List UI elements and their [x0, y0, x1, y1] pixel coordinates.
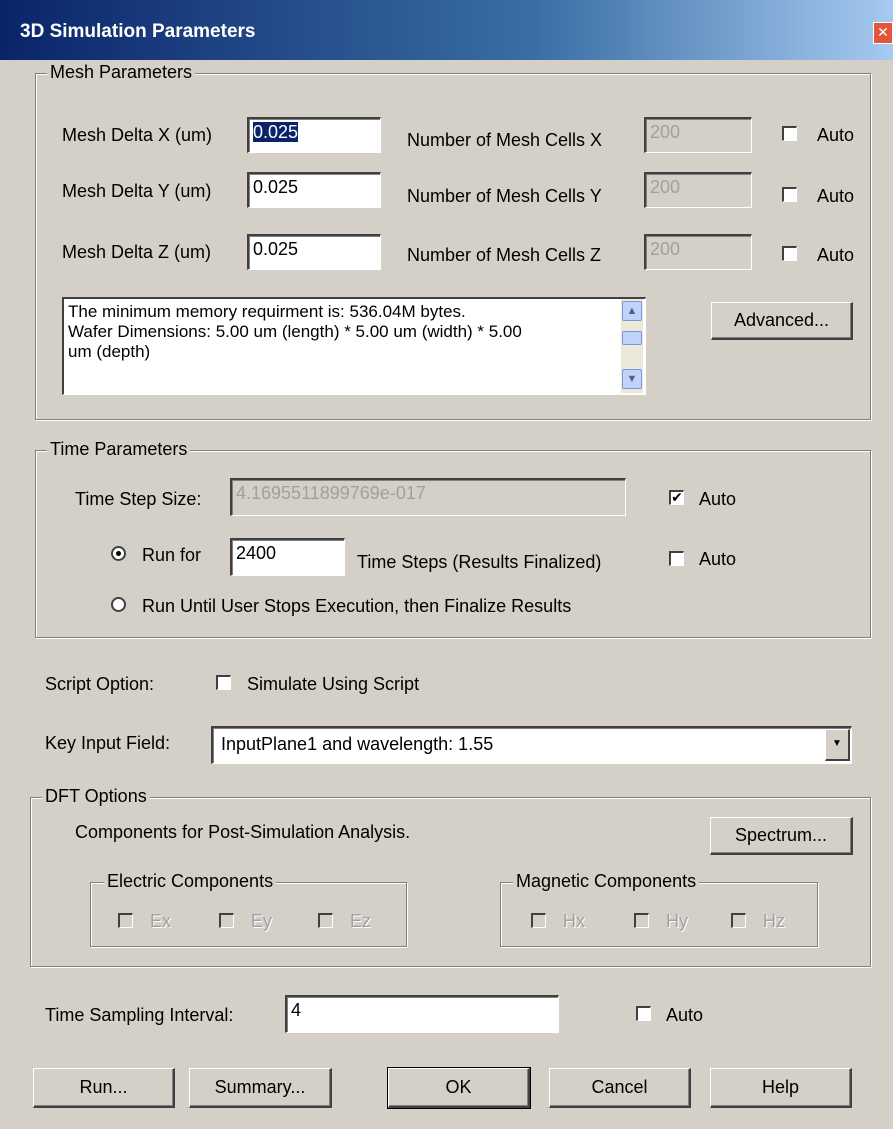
electric-components-legend: Electric Components	[104, 871, 277, 892]
close-button[interactable]: ✕	[873, 22, 893, 44]
wafer-dimensions-line-cont: um (depth)	[68, 342, 151, 361]
ex-label: Ex	[150, 911, 172, 931]
run-for-auto-label: Auto	[699, 549, 737, 569]
close-icon: ✕	[877, 24, 889, 40]
magnetic-components-legend: Magnetic Components	[513, 871, 700, 892]
mesh-y-auto-label: Auto	[817, 186, 855, 206]
ey-checkbox	[219, 913, 234, 928]
memory-info-line: The minimum memory requirment is: 536.04…	[68, 302, 466, 321]
hx-label: Hx	[563, 911, 585, 931]
mesh-delta-z-input[interactable]: 0.025	[247, 234, 381, 270]
window-title: 3D Simulation Parameters	[20, 21, 256, 42]
hy-checkbox	[634, 913, 649, 928]
mesh-cells-y-input: 200	[644, 172, 752, 208]
dft-description: Components for Post-Simulation Analysis.	[75, 822, 411, 842]
run-for-label: Run for	[142, 545, 202, 565]
mesh-x-auto-checkbox[interactable]	[782, 126, 797, 141]
key-input-field-select[interactable]: InputPlane1 and wavelength: 1.55	[211, 726, 852, 764]
mesh-cells-y-label: Number of Mesh Cells Y	[407, 186, 602, 206]
scroll-thumb[interactable]	[622, 331, 642, 345]
mesh-delta-x-input[interactable]: 0.025	[247, 117, 381, 153]
mesh-delta-y-label: Mesh Delta Y (um)	[62, 181, 212, 201]
mesh-delta-y-input[interactable]: 0.025	[247, 172, 381, 208]
run-for-input[interactable]: 2400	[230, 538, 345, 576]
mesh-cells-x-input: 200	[644, 117, 752, 153]
run-for-radio[interactable]	[111, 546, 126, 561]
script-option-label: Script Option:	[45, 674, 155, 694]
ez-checkbox	[318, 913, 333, 928]
mesh-y-auto-checkbox[interactable]	[782, 187, 797, 202]
mesh-parameters-legend: Mesh Parameters	[47, 62, 196, 83]
hz-checkbox	[731, 913, 746, 928]
mesh-x-auto-label: Auto	[817, 125, 855, 145]
mesh-cells-z-input: 200	[644, 234, 752, 270]
run-for-suffix-label: Time Steps (Results Finalized)	[357, 552, 602, 572]
info-scrollbar[interactable]: ▲ ▼	[621, 299, 643, 393]
run-button[interactable]: Run...	[33, 1068, 175, 1108]
ex-checkbox	[118, 913, 133, 928]
run-for-auto-checkbox[interactable]	[669, 551, 684, 566]
cancel-button[interactable]: Cancel	[549, 1068, 691, 1108]
key-input-field-label: Key Input Field:	[45, 733, 171, 753]
mesh-cells-x-label: Number of Mesh Cells X	[407, 130, 603, 150]
ok-button[interactable]: OK	[387, 1067, 531, 1109]
run-until-label: Run Until User Stops Execution, then Fin…	[142, 596, 572, 616]
mesh-z-auto-checkbox[interactable]	[782, 246, 797, 261]
simulate-using-script-checkbox[interactable]	[216, 675, 231, 690]
hy-label: Hy	[666, 911, 688, 931]
dft-options-legend: DFT Options	[42, 786, 150, 807]
advanced-button[interactable]: Advanced...	[711, 302, 853, 340]
mesh-delta-x-value: 0.025	[253, 122, 299, 142]
time-step-auto-checkbox[interactable]: ✔	[669, 490, 684, 505]
check-icon: ✔	[671, 489, 683, 505]
mesh-delta-x-label: Mesh Delta X (um)	[62, 125, 213, 145]
ey-label: Ey	[251, 911, 273, 931]
mesh-cells-z-label: Number of Mesh Cells Z	[407, 245, 602, 265]
time-sampling-auto-checkbox[interactable]	[636, 1006, 651, 1021]
scroll-up-icon[interactable]: ▲	[622, 301, 642, 321]
key-input-field-value: InputPlane1 and wavelength: 1.55	[221, 734, 494, 754]
scroll-down-icon[interactable]: ▼	[622, 369, 642, 389]
ez-label: Ez	[350, 911, 372, 931]
mesh-z-auto-label: Auto	[817, 245, 855, 265]
run-until-radio[interactable]	[111, 597, 126, 612]
time-sampling-auto-label: Auto	[666, 1005, 704, 1025]
simulate-using-script-label: Simulate Using Script	[247, 674, 420, 694]
time-parameters-legend: Time Parameters	[47, 439, 191, 460]
time-sampling-interval-input[interactable]: 4	[285, 995, 559, 1033]
time-step-auto-label: Auto	[699, 489, 737, 509]
spectrum-button[interactable]: Spectrum...	[710, 817, 853, 855]
wafer-dimensions-line: Wafer Dimensions: 5.00 um (length) * 5.0…	[68, 322, 522, 341]
mesh-delta-z-label: Mesh Delta Z (um)	[62, 242, 212, 262]
hx-checkbox	[531, 913, 546, 928]
summary-button[interactable]: Summary...	[189, 1068, 332, 1108]
help-button[interactable]: Help	[710, 1068, 852, 1108]
chevron-down-icon[interactable]: ▼	[825, 729, 850, 761]
time-step-size-label: Time Step Size:	[75, 489, 202, 509]
hz-label: Hz	[763, 911, 785, 931]
time-sampling-interval-label: Time Sampling Interval:	[45, 1005, 234, 1025]
memory-info-textarea[interactable]: The minimum memory requirment is: 536.04…	[62, 297, 646, 395]
time-step-size-input: 4.1695511899769e-017	[230, 478, 626, 516]
